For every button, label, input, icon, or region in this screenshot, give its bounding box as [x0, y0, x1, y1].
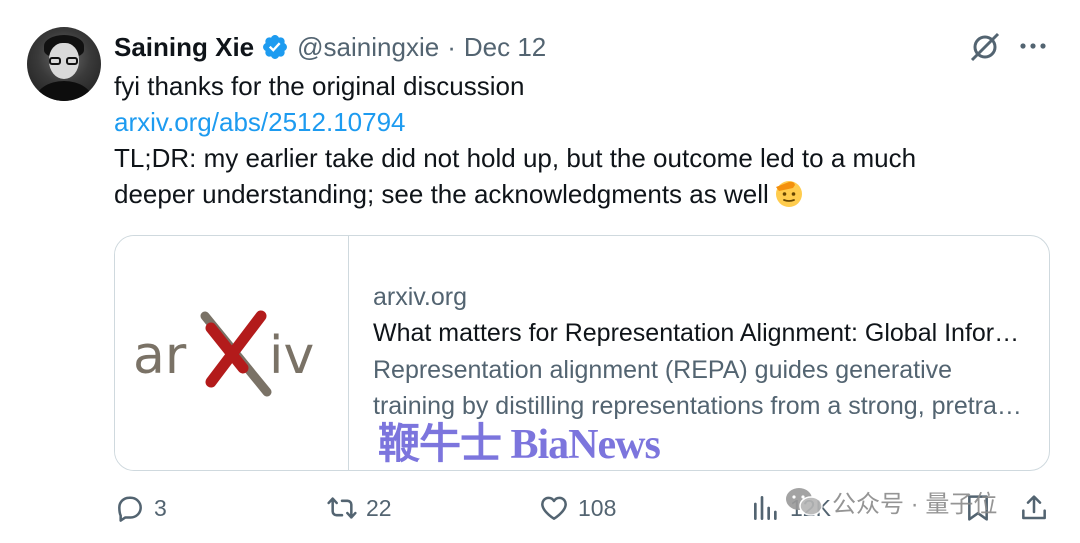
- card-domain: arxiv.org: [373, 283, 468, 311]
- bianews-watermark: 鞭牛士 BiaNews: [378, 422, 661, 468]
- header-separator: ·: [447, 31, 456, 62]
- like-count: 108: [578, 494, 617, 521]
- tweet-line-4: deeper understanding; see the acknowledg…: [114, 179, 769, 209]
- tweet-line-3: TL;DR: my earlier take did not hold up, …: [114, 143, 917, 173]
- grok-icon[interactable]: [968, 30, 1002, 64]
- more-icon[interactable]: [1018, 38, 1048, 54]
- avatar[interactable]: [27, 27, 101, 101]
- views-icon: [754, 496, 777, 520]
- repost-count: 22: [366, 494, 392, 521]
- wechat-watermark-text: 公众号 · 量子位: [832, 491, 998, 518]
- tweet-date[interactable]: Dec 12: [464, 32, 546, 63]
- reply-icon: [118, 496, 142, 522]
- card-title: What matters for Representation Alignmen…: [373, 319, 1025, 347]
- card-desc-line-1: Representation alignment (REPA) guides g…: [373, 356, 953, 384]
- reply-button[interactable]: 3: [114, 492, 167, 524]
- author-handle[interactable]: @sainingxie: [297, 32, 439, 63]
- reply-count: 3: [154, 494, 167, 521]
- verified-badge-icon: [263, 35, 288, 59]
- avatar-glass-right: [66, 57, 78, 65]
- tweet-text: fyi thanks for the original discussion a…: [114, 68, 1014, 212]
- tweet-line-1: fyi thanks for the original discussion: [114, 71, 525, 101]
- share-icon: [1022, 495, 1046, 520]
- wechat-watermark: 公众号 · 量子位: [784, 484, 997, 519]
- like-button[interactable]: 108: [538, 492, 616, 524]
- share-button[interactable]: [1018, 492, 1050, 524]
- arxiv-logo: ar iv: [115, 236, 349, 470]
- avatar-body: [35, 81, 93, 101]
- card-body: arxiv.org What matters for Representatio…: [373, 280, 1033, 424]
- like-icon: [541, 496, 567, 520]
- arxiv-logo-text-right: iv: [269, 326, 314, 386]
- arxiv-logo-text-left: ar: [133, 326, 187, 386]
- tweet-line-4-wrap: deeper understanding; see the acknowledg…: [114, 176, 1014, 212]
- author-name[interactable]: Saining Xie: [114, 32, 254, 63]
- arxiv-logo-icon: ar iv: [133, 310, 314, 397]
- wechat-icon: [786, 487, 823, 516]
- avatar-glass-left: [49, 57, 61, 65]
- tweet-header: Saining Xie @sainingxie · Dec 12: [114, 30, 546, 64]
- saluting-face-emoji: [775, 181, 802, 207]
- tweet-link[interactable]: arxiv.org/abs/2512.10794: [114, 104, 1014, 140]
- repost-icon: [327, 497, 357, 519]
- repost-button[interactable]: 22: [326, 492, 392, 524]
